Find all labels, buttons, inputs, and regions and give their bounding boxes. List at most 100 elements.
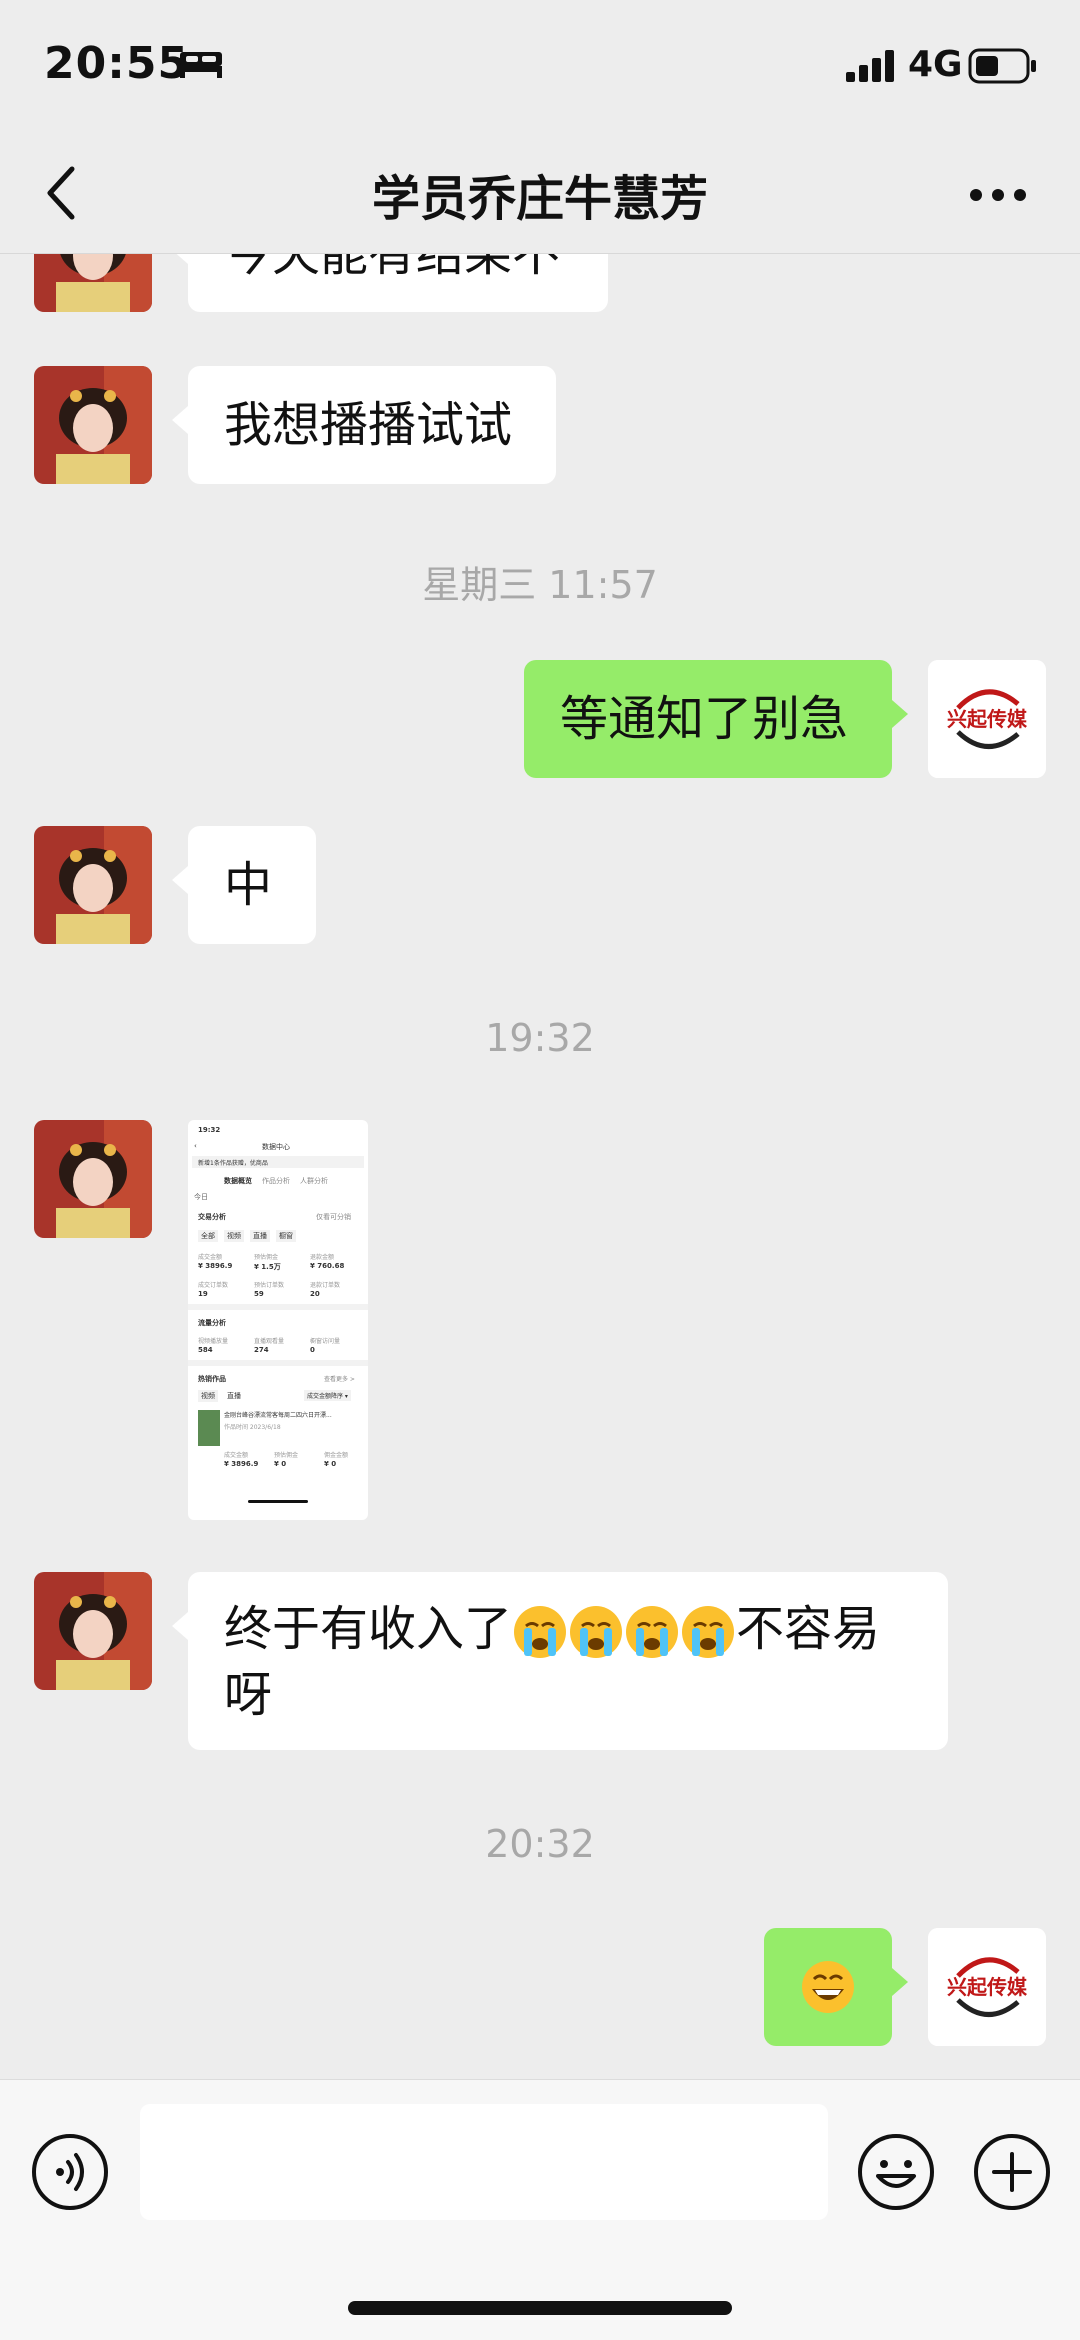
timestamp: 19:32 [485, 1016, 595, 1060]
thumb-notice: 新增1条作品获赠，优商品 [198, 1160, 268, 1167]
thumb-sort: 成交金额降序 ▾ [304, 1390, 351, 1401]
battery-icon [968, 48, 1036, 84]
thumb-today: 今日 [194, 1193, 208, 1201]
thumb-value: ¥ 760.68 [310, 1262, 345, 1270]
thumb-chip: 橱窗 [276, 1230, 296, 1242]
thumb-label: 直播观看量 [254, 1338, 285, 1345]
thumb-home-indicator [248, 1500, 308, 1503]
message-list[interactable]: 今天能有结果不 我想播播试试 星期三 11:57 等通知了别急 兴起传媒 中 1… [0, 254, 1080, 2079]
thumb-value: ¥ 0 [324, 1460, 337, 1468]
crying-emoji-icon [626, 1606, 679, 1658]
contact-avatar-image [34, 366, 152, 484]
thumb-value: 274 [254, 1346, 269, 1354]
thumb-item-title: 金刚台峰谷漂流常客每周二四六日开漂... [224, 1412, 332, 1419]
thumb-label: 成交订单数 [198, 1282, 229, 1289]
brand-logo: 兴起传媒 [928, 1928, 1046, 2046]
thumb-checkbox: 仅看可分销 [316, 1213, 351, 1221]
thumb-value: ¥ 3896.9 [198, 1262, 233, 1270]
message-bubble-incoming[interactable]: 中 [172, 826, 316, 944]
thumb-time: 19:32 [198, 1126, 221, 1134]
contact-avatar-image [34, 826, 152, 944]
thumb-hot-title: 热销作品 [198, 1375, 226, 1383]
thumb-label: 视频播放量 [198, 1338, 229, 1345]
message-text: 等通知了别急 [560, 691, 849, 747]
crying-emoji-icon [682, 1606, 735, 1658]
thumb-value: ¥ 1.5万 [254, 1263, 281, 1271]
thumb-value: ¥ 3896.9 [224, 1460, 259, 1468]
thumb-trade-title: 交易分析 [198, 1213, 226, 1221]
thumb-label: 预估订单数 [254, 1282, 285, 1289]
message-bubble-incoming[interactable]: 我想播播试试 [172, 366, 556, 484]
thumb-value: 59 [254, 1290, 264, 1298]
contact-avatar-image [34, 1120, 152, 1238]
home-indicator[interactable] [348, 2301, 732, 2315]
image-message-thumbnail[interactable]: 19:32 ‹ 数据中心 新增1条作品获赠，优商品 数据概览 作品分析 人群分析… [188, 1120, 368, 1520]
thumb-value: 584 [198, 1346, 213, 1354]
grinning-emoji-icon [802, 1961, 854, 2013]
signal-icon [846, 50, 894, 82]
thumb-chip: 视频 [198, 1390, 218, 1402]
message-bubble-outgoing[interactable]: 等通知了别急 [524, 660, 908, 778]
contact-avatar[interactable] [34, 1572, 152, 1690]
chat-header: 学员乔庄牛慧芳 [0, 135, 1080, 255]
status-bar: 20:55 4G [0, 0, 1080, 135]
message-text: 我想播播试试 [224, 397, 513, 453]
voice-input-icon[interactable] [30, 2132, 110, 2212]
network-type: 4G [908, 44, 963, 85]
thumb-divider [188, 1304, 368, 1310]
plus-icon[interactable] [972, 2132, 1052, 2212]
message-text: 呀 [224, 1667, 273, 1723]
chat-title: 学员乔庄牛慧芳 [371, 171, 708, 227]
thumb-label: 橱窗访问量 [310, 1338, 341, 1345]
thumb-item-cover [198, 1410, 220, 1446]
thumb-item-date: 作品时间 2023/6/18 [224, 1424, 281, 1431]
thumb-tab: 人群分析 [300, 1177, 328, 1185]
thumb-value: 0 [310, 1346, 315, 1354]
thumb-label: 预估佣金 [274, 1452, 299, 1459]
contact-avatar[interactable] [34, 254, 152, 312]
thumb-title: 数据中心 [262, 1143, 290, 1151]
emoji-icon[interactable] [856, 2132, 936, 2212]
message-bubble-outgoing[interactable] [764, 1928, 908, 2046]
timestamp: 20:32 [485, 1822, 595, 1866]
thumb-tab: 作品分析 [262, 1177, 290, 1185]
message-text: 中 [224, 857, 273, 913]
thumb-label: 佣金金额 [324, 1452, 349, 1459]
thumb-value: ¥ 0 [274, 1460, 287, 1468]
message-bubble-incoming[interactable]: 终于有收入了 不容易呀 [172, 1572, 948, 1750]
contact-avatar-image [34, 1572, 152, 1690]
brand-logo: 兴起传媒 [928, 660, 1046, 778]
thumb-value: 19 [198, 1290, 208, 1298]
thumb-back-icon: ‹ [194, 1142, 197, 1150]
message-text: 今天能有结果不 [224, 254, 561, 282]
thumb-value: 20 [310, 1290, 320, 1298]
thumb-more-link: 查看更多 > [324, 1376, 355, 1383]
contact-avatar[interactable] [34, 826, 152, 944]
contact-avatar[interactable] [34, 1120, 152, 1238]
thumb-flow-title: 流量分析 [198, 1319, 226, 1327]
thumb-label: 预估佣金 [254, 1254, 279, 1261]
message-input[interactable] [140, 2104, 828, 2220]
thumb-label: 退款订单数 [310, 1282, 341, 1289]
contact-avatar[interactable] [34, 366, 152, 484]
logo-text: 兴起传媒 [947, 707, 1028, 731]
more-options-icon[interactable] [968, 187, 1028, 203]
self-avatar[interactable]: 兴起传媒 [928, 1928, 1046, 2046]
self-avatar[interactable]: 兴起传媒 [928, 660, 1046, 778]
thumb-chip: 全部 [198, 1230, 218, 1242]
sleep-focus-icon [180, 52, 222, 78]
message-bubble-incoming[interactable]: 今天能有结果不 [172, 254, 608, 312]
crying-emoji-icon [514, 1606, 567, 1658]
timestamp: 星期三 11:57 [422, 563, 658, 607]
logo-text: 兴起传媒 [947, 1975, 1028, 1999]
thumb-chip: 视频 [224, 1230, 244, 1242]
thumb-tab: 数据概览 [224, 1177, 252, 1185]
thumb-chip: 直播 [250, 1230, 270, 1242]
thumb-chip: 直播 [227, 1392, 241, 1400]
thumb-label: 成交金额 [224, 1452, 249, 1459]
crying-emoji-icon [570, 1606, 623, 1658]
status-time: 20:55 [44, 38, 190, 89]
contact-avatar-image [34, 254, 152, 312]
message-text: 不容易 [736, 1601, 881, 1657]
message-text: 终于有收入了 [224, 1601, 513, 1657]
